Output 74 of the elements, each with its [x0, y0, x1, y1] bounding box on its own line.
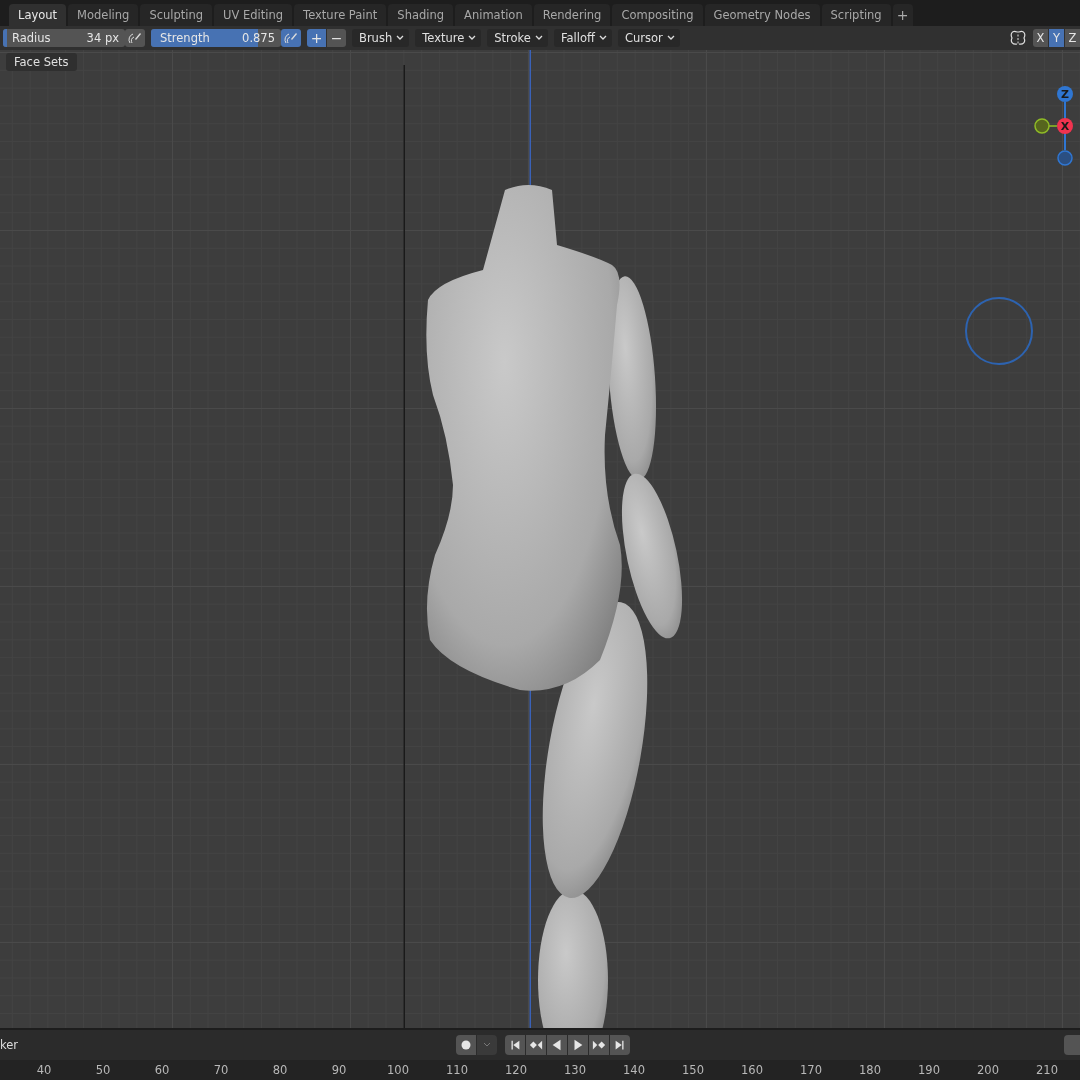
- axis-ball[interactable]: X: [1057, 118, 1073, 134]
- frame-number: 40: [35, 1062, 53, 1079]
- chevron-down-icon: [666, 35, 675, 41]
- pressure-toggle-button[interactable]: [125, 29, 145, 47]
- previous-keyframe-icon: [529, 1038, 543, 1052]
- workspace-tab[interactable]: Scripting: [821, 4, 891, 26]
- add-workspace-button[interactable]: +: [892, 4, 913, 26]
- frame-number: 210: [1035, 1062, 1059, 1079]
- axis-ball[interactable]: [1057, 150, 1073, 166]
- direction-button[interactable]: +: [307, 29, 326, 47]
- chevron-down-icon: [598, 35, 607, 41]
- chevron-down-icon: [483, 1042, 491, 1048]
- symmetry-axis-toggle[interactable]: X: [1033, 29, 1048, 47]
- frame-number: 120: [504, 1062, 528, 1079]
- axis-ball[interactable]: [1034, 118, 1050, 134]
- workspace-tab[interactable]: Texture Paint: [294, 4, 387, 26]
- frame-number: 200: [976, 1062, 1000, 1079]
- chevron-down-icon: [396, 35, 405, 41]
- brush-pressure-icon: [284, 31, 298, 45]
- symmetry-axis-toggle[interactable]: Y: [1049, 29, 1064, 47]
- record-icon: [461, 1040, 471, 1050]
- jump-end-icon: [613, 1038, 627, 1052]
- play-reverse-icon: [550, 1038, 564, 1052]
- workspace-tab[interactable]: Shading: [388, 4, 454, 26]
- playback-button[interactable]: [568, 1035, 588, 1055]
- symmetry-axis-toggle[interactable]: Z: [1065, 29, 1080, 47]
- frame-number: 50: [94, 1062, 112, 1079]
- chevron-down-icon: [534, 35, 543, 41]
- frame-number: 70: [212, 1062, 230, 1079]
- mode-label[interactable]: Face Sets: [6, 53, 77, 71]
- workspace-tab[interactable]: Sculpting: [140, 4, 213, 26]
- frame-number: 100: [386, 1062, 410, 1079]
- direction-button[interactable]: −: [327, 29, 346, 47]
- chevron-down-icon: [468, 35, 477, 41]
- workspace-tab[interactable]: Layout: [9, 4, 67, 26]
- frame-number: 90: [330, 1062, 348, 1079]
- brush-cursor-icon: [965, 297, 1033, 365]
- workspace-tab[interactable]: Compositing: [612, 4, 703, 26]
- value-slider[interactable]: Radius 34 px: [3, 29, 125, 47]
- frame-number: 110: [445, 1062, 469, 1079]
- playback-button[interactable]: [547, 1035, 567, 1055]
- playback-button[interactable]: [589, 1035, 609, 1055]
- workspace-tab[interactable]: Geometry Nodes: [704, 4, 820, 26]
- frame-number: 140: [622, 1062, 646, 1079]
- frame-number: 150: [681, 1062, 705, 1079]
- frame-number: 190: [917, 1062, 941, 1079]
- playback-button[interactable]: [526, 1035, 546, 1055]
- frame-number: 170: [799, 1062, 823, 1079]
- value-slider[interactable]: Strength 0.875: [151, 29, 281, 47]
- frame-number: 60: [153, 1062, 171, 1079]
- editor-label: ker: [0, 1038, 19, 1052]
- dropdown-menu[interactable]: Cursor: [617, 29, 680, 47]
- playback-button[interactable]: [505, 1035, 525, 1055]
- record-button[interactable]: [456, 1035, 476, 1055]
- frame-number: 180: [858, 1062, 882, 1079]
- dropdown-menu[interactable]: Brush: [352, 29, 410, 47]
- dropdown-menu[interactable]: Texture: [415, 29, 482, 47]
- frame-number: 80: [271, 1062, 289, 1079]
- sculpt-model-drawing[interactable]: [426, 185, 683, 1028]
- axis-ball[interactable]: Z: [1057, 86, 1073, 102]
- next-keyframe-icon: [592, 1038, 606, 1052]
- 3d-viewport[interactable]: Face Sets Z X: [0, 50, 1080, 1028]
- workspace-tab[interactable]: Modeling: [68, 4, 139, 26]
- workspace-tab[interactable]: Animation: [455, 4, 532, 26]
- workspace-tab[interactable]: Rendering: [533, 4, 611, 26]
- dropdown-menu[interactable]: Falloff: [553, 29, 612, 47]
- frame-number: 160: [740, 1062, 764, 1079]
- frame-number: 130: [563, 1062, 587, 1079]
- dropdown-menu[interactable]: Stroke: [487, 29, 548, 47]
- brush-pressure-icon: [128, 31, 142, 45]
- playback-button[interactable]: [610, 1035, 630, 1055]
- workspace-tab[interactable]: UV Editing: [214, 4, 293, 26]
- pressure-toggle-button[interactable]: [281, 29, 301, 47]
- symmetry-icon[interactable]: [1009, 30, 1027, 46]
